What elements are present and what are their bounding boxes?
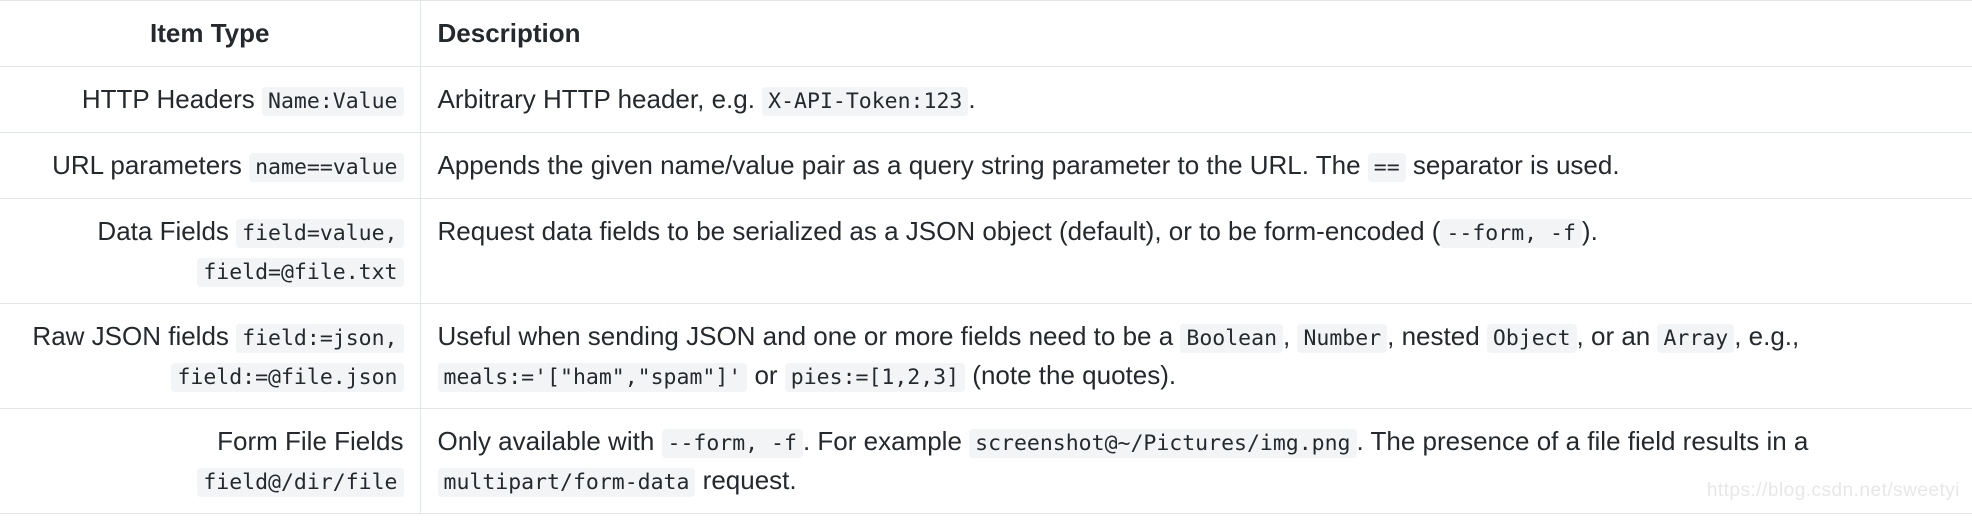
description-text: or [747,360,785,390]
item-type-label: Raw JSON fields [32,321,229,351]
description-text: Appends the given name/value pair as a q… [437,150,1368,180]
description-text: Arbitrary HTTP header, e.g. [437,84,763,114]
table-body: HTTP Headers Name:Value Arbitrary HTTP he… [0,66,1972,514]
cell-item-type: Data Fields field=value, field=@file.txt [0,198,421,304]
description-code: Object [1486,324,1577,353]
item-type-label: Data Fields [97,216,229,246]
cell-item-type: HTTP Headers Name:Value [0,66,421,133]
cell-description: Request data fields to be serialized as … [420,198,1972,304]
description-text: , e.g., [1734,321,1800,351]
description-code: multipart/form-data [437,468,696,497]
item-type-code: Name:Value [262,87,404,116]
cell-description: Appends the given name/value pair as a q… [420,132,1972,199]
description-text: separator is used. [1405,150,1620,180]
description-text: , nested [1387,321,1487,351]
description-text: ). [1581,216,1598,246]
description-code: screenshot@~/Pictures/img.png [969,429,1357,458]
description-text: . The presence of a file field results i… [1356,426,1809,456]
description-text: . [968,84,976,114]
item-type-code-secondary: field:=@file.json [171,363,404,392]
description-text: Only available with [437,426,662,456]
item-type-code: field=value, [236,219,404,248]
item-type-code: field:=json, [236,324,404,353]
description-text: , or an [1576,321,1658,351]
description-code: Array [1657,324,1735,353]
column-header-description: Description [420,0,1972,67]
description-code: X-API-Token:123 [762,87,969,116]
item-type-code: name==value [249,153,404,182]
description-code: --form, -f [661,429,803,458]
table-row: URL parameters name==value Appends the gi… [0,132,1972,199]
description-code: == [1367,153,1406,182]
cell-item-type: Raw JSON fields field:=json, field:=@file… [0,303,421,409]
description-text: request. [695,465,797,495]
description-text: Useful when sending JSON and one or more… [437,321,1181,351]
description-text: (note the quotes). [965,360,1177,390]
cell-item-type: Form File Fields field@/dir/file [0,408,421,514]
item-type-code: field@/dir/file [197,468,404,497]
item-type-label: URL parameters [52,150,242,180]
cell-description: Useful when sending JSON and one or more… [420,303,1972,409]
description-code: meals:='["ham","spam"]' [437,363,748,392]
table-header-row: Item Type Description [0,0,1972,67]
item-type-label: Form File Fields [217,426,404,456]
table-header: Item Type Description [0,0,1972,67]
description-code: pies:=[1,2,3] [784,363,966,392]
table-row: HTTP Headers Name:Value Arbitrary HTTP he… [0,66,1972,133]
request-items-table: Item Type Description HTTP Headers Name:… [0,0,1972,514]
table-row: Raw JSON fields field:=json, field:=@file… [0,303,1972,409]
item-type-label: HTTP Headers [81,84,255,114]
description-code: Boolean [1180,324,1284,353]
description-code: Number [1297,324,1388,353]
description-code: --form, -f [1440,219,1582,248]
description-text: Request data fields to be serialized as … [437,216,1441,246]
table-row: Form File Fields field@/dir/file Only ava… [0,408,1972,514]
column-header-item-type: Item Type [0,0,421,67]
table-row: Data Fields field=value, field=@file.txt R… [0,198,1972,304]
description-text: . For example [802,426,970,456]
description-text: , [1283,321,1298,351]
cell-item-type: URL parameters name==value [0,132,421,199]
cell-description: Arbitrary HTTP header, e.g. X-API-Token:… [420,66,1972,133]
item-type-code-secondary: field=@file.txt [197,258,404,287]
cell-description: Only available with --form, -f. For exam… [420,408,1972,514]
